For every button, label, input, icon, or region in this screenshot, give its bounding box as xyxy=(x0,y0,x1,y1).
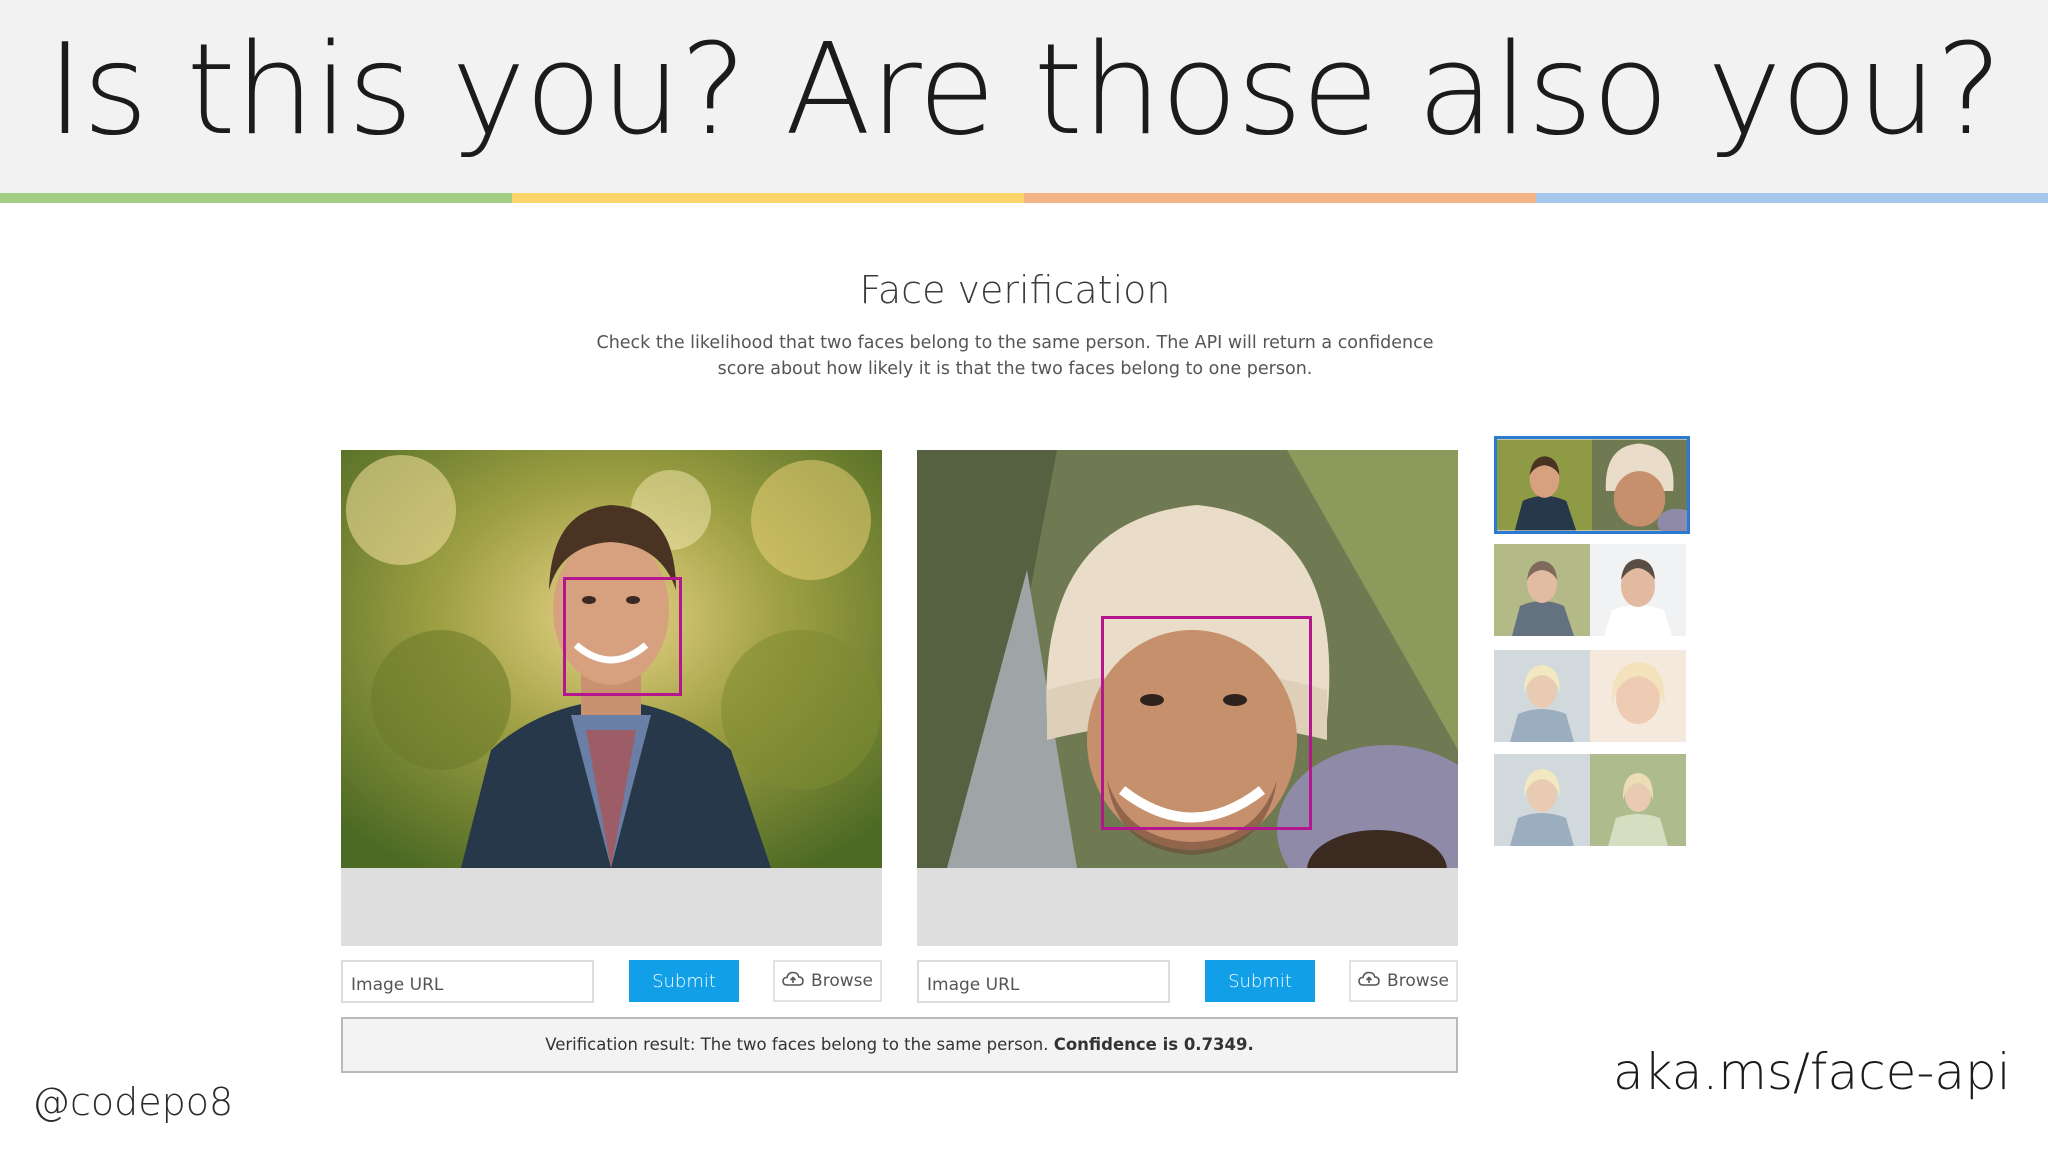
left-face-photo xyxy=(341,450,882,868)
sample-pair-1[interactable] xyxy=(1494,436,1690,534)
left-browse-label: Browse xyxy=(811,971,873,991)
right-image-panel xyxy=(917,450,1458,946)
color-bar-orange xyxy=(1024,193,1536,203)
sample-pair-2[interactable] xyxy=(1494,544,1690,642)
face-api-link[interactable]: aka.ms/face-api xyxy=(1613,1043,2011,1101)
right-browse-label: Browse xyxy=(1387,971,1449,991)
slide-header: Is this you? Are those also you? xyxy=(0,0,2048,193)
color-bar-yellow xyxy=(512,193,1024,203)
cloud-upload-icon xyxy=(782,971,804,992)
sample-pair-4[interactable] xyxy=(1494,754,1690,852)
right-face-photo xyxy=(917,450,1458,868)
sample-pair-4-right-thumbnail xyxy=(1590,754,1686,846)
color-bar-blue xyxy=(1536,193,2048,203)
verification-confidence: Confidence is 0.7349. xyxy=(1053,1035,1254,1054)
left-image-panel xyxy=(341,450,882,946)
sample-pair-1-right-thumbnail xyxy=(1592,439,1687,531)
left-submit-button[interactable]: Submit xyxy=(629,960,739,1002)
color-bar-green xyxy=(0,193,512,203)
verification-result: Verification result: The two faces belon… xyxy=(341,1017,1458,1073)
left-image-url-input[interactable] xyxy=(341,960,594,1003)
left-face-detection-box xyxy=(563,577,682,696)
right-submit-button[interactable]: Submit xyxy=(1205,960,1315,1002)
sample-pair-2-right-thumbnail xyxy=(1590,544,1686,636)
right-face-detection-box xyxy=(1101,616,1312,830)
right-browse-button[interactable]: Browse xyxy=(1349,960,1458,1002)
author-handle: @codepo8 xyxy=(32,1080,234,1124)
page-description: Check the likelihood that two faces belo… xyxy=(596,333,1434,379)
sample-pair-3[interactable] xyxy=(1494,650,1690,748)
slide-title: Is this you? Are those also you? xyxy=(46,16,2002,163)
sample-pair-3-left-thumbnail xyxy=(1494,650,1590,742)
sample-pair-3-right-thumbnail xyxy=(1590,650,1686,742)
color-bar xyxy=(0,193,2048,203)
right-image-url-input[interactable] xyxy=(917,960,1170,1003)
sample-pair-1-left-thumbnail xyxy=(1497,439,1592,531)
page-title: Face verification xyxy=(859,268,1171,312)
sample-pair-4-left-thumbnail xyxy=(1494,754,1590,846)
left-browse-button[interactable]: Browse xyxy=(773,960,882,1002)
verification-result-text: Verification result: The two faces belon… xyxy=(545,1035,1049,1054)
cloud-upload-icon xyxy=(1358,971,1380,992)
sample-pair-2-left-thumbnail xyxy=(1494,544,1590,636)
